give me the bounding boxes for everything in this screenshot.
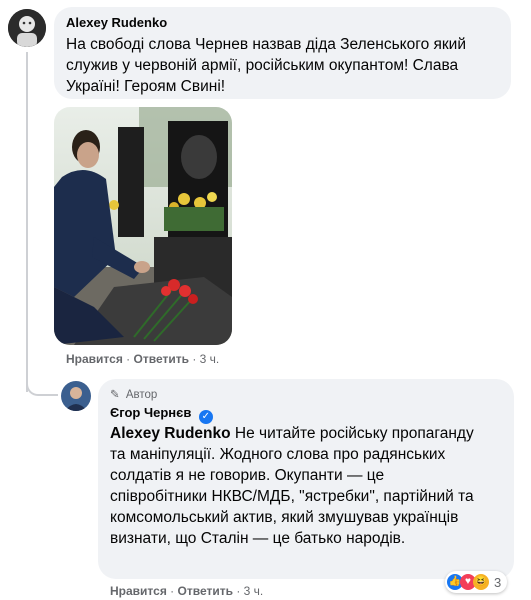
- reaction-badge[interactable]: 👍 ♥ 😆 3: [445, 571, 508, 593]
- reply-author[interactable]: Єгор Чернєв: [110, 405, 191, 420]
- comment-photo[interactable]: [54, 107, 232, 345]
- separator: ·: [170, 584, 175, 598]
- separator: ·: [192, 352, 197, 366]
- separator: ·: [236, 584, 241, 598]
- separator: ·: [126, 352, 131, 366]
- reply-author-row: Єгор Чернєв ✓: [110, 404, 213, 424]
- reply-link[interactable]: Ответить: [134, 352, 189, 366]
- comment-bubble: Alexey Rudenko На свободі слова Чернев н…: [54, 7, 511, 99]
- reply-text: Alexey Rudenko Не читайте російську проп…: [110, 423, 485, 549]
- comment-actions: Нравится · Ответить · 3 ч.: [66, 352, 219, 366]
- reply-actions: Нравится · Ответить · 3 ч.: [110, 584, 263, 598]
- avatar-image: [8, 9, 46, 47]
- comment-text: На свободі слова Чернев назвав діда Зеле…: [66, 36, 466, 95]
- author-badge: ✎ Автор: [110, 387, 157, 401]
- timestamp[interactable]: 3 ч.: [200, 352, 220, 366]
- author-badge-label: Автор: [125, 389, 158, 401]
- comment-author[interactable]: Alexey Rudenko: [66, 15, 167, 30]
- verified-badge-icon: ✓: [198, 410, 213, 424]
- avatar[interactable]: [8, 9, 46, 47]
- reaction-count: 3: [494, 574, 502, 590]
- thread-line-curve: [26, 380, 58, 396]
- reply-bubble: ✎ Автор Єгор Чернєв ✓ Alexey Rudenko Не …: [98, 379, 514, 579]
- haha-reaction-icon: 😆: [473, 574, 489, 590]
- reply-link[interactable]: Ответить: [178, 584, 233, 598]
- like-link[interactable]: Нравится: [66, 352, 123, 366]
- thread-line: [26, 52, 28, 392]
- cemetery-photo: [54, 107, 232, 345]
- timestamp[interactable]: 3 ч.: [244, 584, 264, 598]
- pencil-icon: ✎: [110, 389, 120, 401]
- reply-body: Не читайте російську пропаганду та маніп…: [110, 425, 474, 547]
- like-link[interactable]: Нравится: [110, 584, 167, 598]
- reply-avatar-image: [61, 381, 91, 411]
- reply-avatar[interactable]: [61, 381, 91, 411]
- mention-link[interactable]: Alexey Rudenko: [110, 425, 231, 442]
